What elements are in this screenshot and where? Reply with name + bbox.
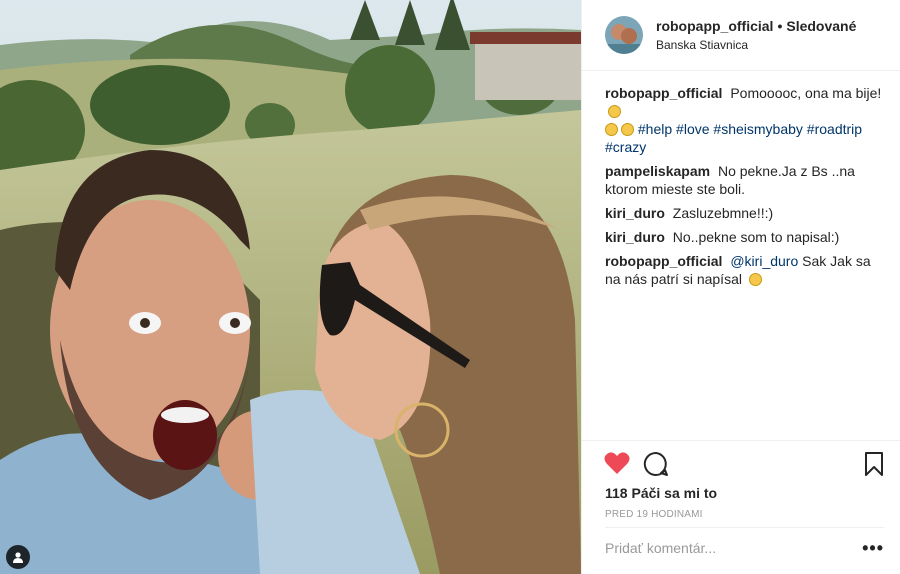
location-link[interactable]: Banska Stiavnica (656, 38, 856, 52)
post-timestamp[interactable]: PRED 19 HODINAMI (605, 509, 703, 520)
comment-text: Zasluzebmne!!:) (672, 205, 774, 221)
hashtag-roadtrip[interactable]: #roadtrip (807, 121, 862, 137)
comment-mention[interactable]: @kiri_duro (730, 253, 798, 269)
list-item: robopapp_official @kiri_duro Sak Jak sa … (605, 252, 886, 288)
comment-input[interactable] (605, 540, 825, 556)
hashtag-help[interactable]: #help (638, 121, 672, 137)
comment-username[interactable]: kiri_duro (605, 229, 665, 245)
post-actions: 118 Páči sa mi to PRED 19 HODINAMI ••• (582, 440, 900, 571)
heart-icon[interactable] (604, 451, 630, 475)
caption-username[interactable]: robopapp_official (605, 85, 722, 101)
add-comment-bar: ••• (605, 527, 884, 568)
comment-username[interactable]: kiri_duro (605, 205, 665, 221)
cat-emoji-icon (605, 123, 618, 136)
header-separator: • (777, 18, 783, 34)
caption: robopapp_official Pomooooc, ona ma bije!… (605, 84, 886, 156)
selfie-photo-image (0, 0, 581, 574)
post-header: robopapp_official • Sledované Banska Sti… (582, 0, 900, 71)
hashtag-crazy[interactable]: #crazy (605, 139, 646, 155)
hashtag-love[interactable]: #love (676, 121, 709, 137)
more-options-button[interactable]: ••• (862, 538, 884, 559)
avatar[interactable] (605, 16, 643, 54)
action-icons (604, 451, 884, 479)
caption-text: Pomooooc, ona ma bije! (730, 85, 882, 101)
list-item: pampeliskapam No pekne.Ja z Bs ..na ktor… (605, 162, 886, 198)
instagram-post: robopapp_official • Sledované Banska Sti… (0, 0, 900, 574)
comment-icon[interactable] (643, 451, 669, 477)
post-photo[interactable] (0, 0, 581, 574)
hashtag-sheismybaby[interactable]: #sheismybaby (713, 121, 803, 137)
lollipop-emoji-icon (621, 123, 634, 136)
bookmark-icon[interactable] (864, 451, 884, 477)
follow-status[interactable]: Sledované (786, 18, 856, 34)
comment-username[interactable]: pampeliskapam (605, 163, 710, 179)
list-item: kiri_duro Zasluzebmne!!:) (605, 204, 886, 222)
user-tag-icon[interactable] (6, 545, 30, 569)
laughing-emoji-icon (608, 105, 621, 118)
comment-username[interactable]: robopapp_official (605, 253, 722, 269)
laughing-emoji-icon (748, 273, 762, 286)
post-sidebar: robopapp_official • Sledované Banska Sti… (581, 0, 900, 574)
comment-text: No..pekne som to napisal:) (672, 229, 840, 245)
like-count[interactable]: 118 Páči sa mi to (605, 485, 717, 501)
comments-list: robopapp_official Pomooooc, ona ma bije!… (605, 84, 886, 294)
list-item: kiri_duro No..pekne som to napisal:) (605, 228, 886, 246)
header-username[interactable]: robopapp_official (656, 18, 773, 34)
